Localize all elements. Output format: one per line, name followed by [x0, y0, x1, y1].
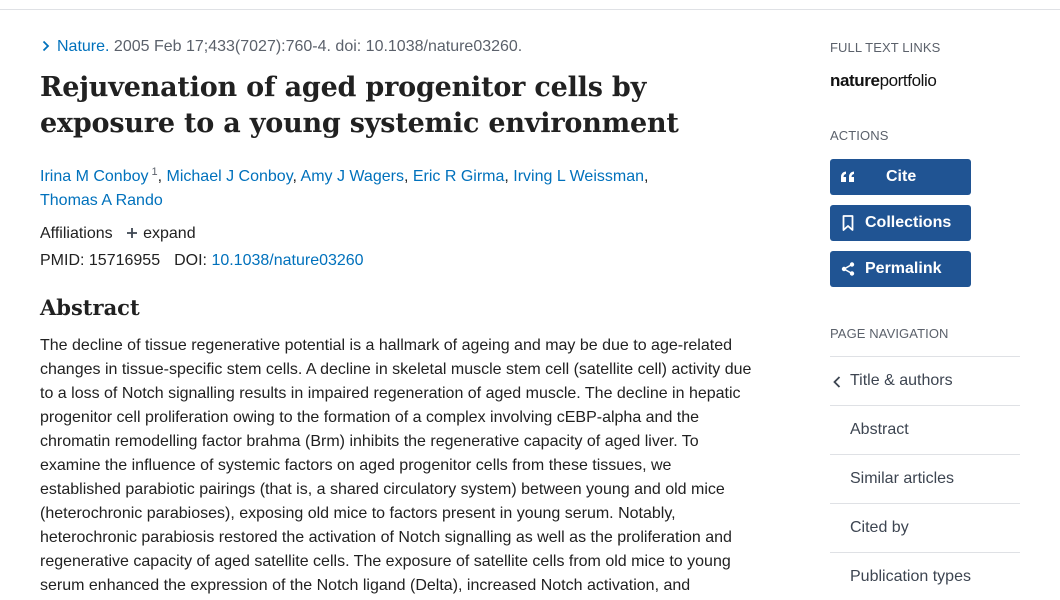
nav-item-abstract[interactable]: Abstract: [830, 406, 1020, 455]
citation-line: Nature. 2005 Feb 17;433(7027):760-4. doi…: [40, 36, 755, 58]
doi-label: DOI:: [174, 252, 207, 269]
top-header-bar: [0, 0, 1060, 10]
expand-label: expand: [143, 225, 196, 242]
cite-button[interactable]: Cite: [830, 159, 971, 195]
full-text-links-label: FULL TEXT LINKS: [830, 40, 941, 55]
logo-light-text: portfolio: [879, 71, 937, 90]
author-link[interactable]: Michael J Conboy: [167, 168, 293, 185]
nav-item-similar-articles[interactable]: Similar articles: [830, 455, 1020, 504]
quote-icon: [830, 171, 865, 183]
page-navigation-list: Title & authors Abstract Similar article…: [830, 356, 1020, 600]
nav-item-label: Publication types: [850, 568, 971, 585]
abstract-heading: Abstract: [40, 295, 140, 320]
doi-link[interactable]: 10.1038/nature03260: [211, 252, 363, 269]
author-link[interactable]: Thomas A Rando: [40, 192, 163, 209]
author-link[interactable]: Amy J Wagers: [301, 168, 404, 185]
identifiers-row: PMID: 15716955 DOI: 10.1038/nature03260: [40, 250, 755, 272]
bookmark-icon: [830, 215, 865, 231]
nav-item-cited-by[interactable]: Cited by: [830, 504, 1020, 553]
nav-item-title-authors[interactable]: Title & authors: [830, 357, 1020, 406]
permalink-button[interactable]: Permalink: [830, 251, 971, 287]
page-navigation-label: PAGE NAVIGATION: [830, 326, 949, 341]
collections-button[interactable]: Collections: [830, 205, 971, 241]
affiliations-label: Affiliations: [40, 225, 113, 242]
cite-label: Cite: [886, 168, 917, 185]
nature-portfolio-logo[interactable]: natureportfolio: [830, 70, 1020, 92]
chevron-left-icon: [833, 376, 841, 388]
nav-item-publication-types[interactable]: Publication types: [830, 553, 1020, 600]
affiliations-row: Affiliations expand: [40, 223, 755, 245]
article-main: Nature. 2005 Feb 17;433(7027):760-4. doi…: [40, 36, 755, 598]
logo-bold-text: nature: [830, 71, 880, 90]
journal-link[interactable]: Nature.: [57, 38, 109, 55]
author-link[interactable]: Irving L Weissman: [513, 168, 644, 185]
article-title: Rejuvenation of aged progenitor cells by…: [40, 72, 679, 139]
collections-label: Collections: [865, 214, 952, 231]
pmid-label: PMID:: [40, 252, 85, 269]
plus-icon: [127, 228, 138, 238]
pmid-value: 15716955: [88, 252, 161, 269]
nav-item-label: Abstract: [850, 421, 909, 438]
permalink-label: Permalink: [865, 260, 942, 277]
nav-item-label: Similar articles: [850, 470, 955, 487]
author-link[interactable]: Irina M Conboy: [40, 168, 149, 185]
author-link[interactable]: Eric R Girma: [413, 168, 505, 185]
abstract-text: The decline of tissue regenerative poten…: [40, 337, 752, 594]
nav-item-label: Title & authors: [850, 372, 953, 389]
affiliation-number[interactable]: 1: [152, 166, 158, 178]
chevron-right-icon[interactable]: [40, 40, 52, 52]
sidebar: FULL TEXT LINKS natureportfolio ACTIONS …: [830, 40, 1020, 600]
author-list: Irina M Conboy 1, Michael J Conboy, Amy J…: [40, 166, 649, 209]
nav-item-label: Cited by: [850, 519, 909, 536]
actions-label: ACTIONS: [830, 128, 889, 143]
share-icon: [830, 262, 865, 276]
expand-affiliations-button[interactable]: expand: [125, 225, 196, 242]
citation-details: 2005 Feb 17;433(7027):760-4. doi: 10.103…: [113, 38, 523, 55]
